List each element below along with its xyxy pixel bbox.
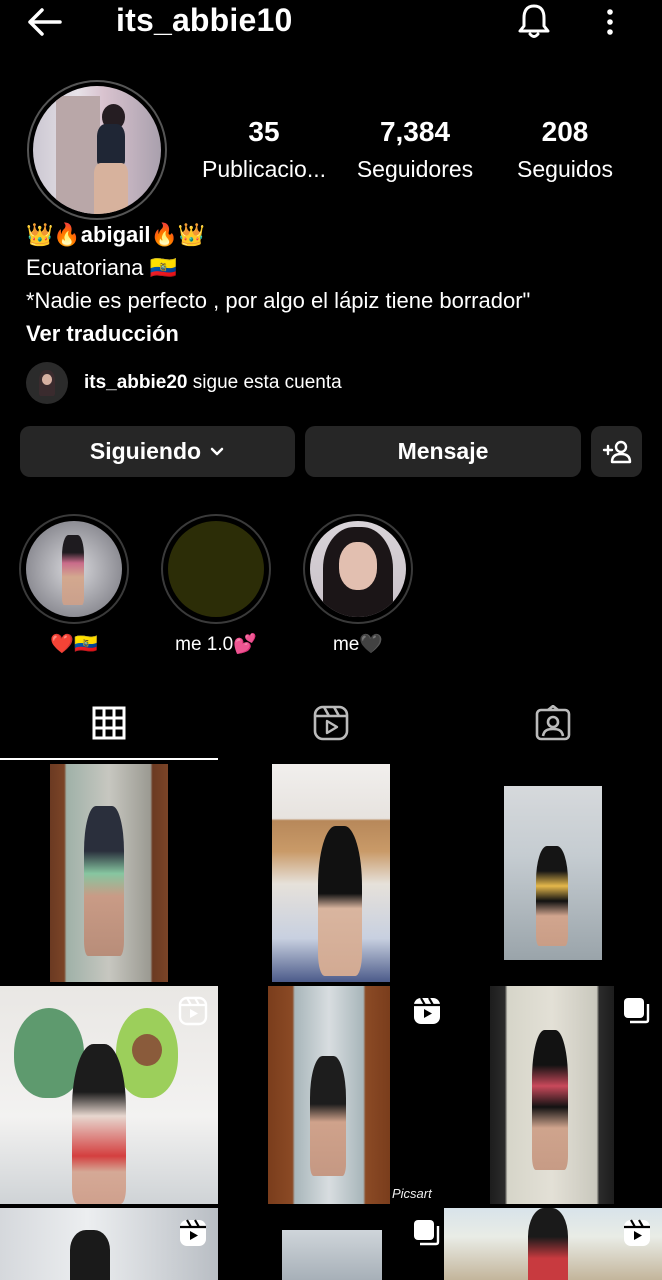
add-person-button[interactable] — [591, 426, 642, 477]
followers-label: Seguidores — [356, 156, 474, 182]
following-button[interactable]: Siguiendo — [20, 426, 295, 477]
see-translation-link[interactable]: Ver traducción — [26, 317, 646, 350]
grid-post[interactable] — [444, 764, 662, 982]
following-label: Seguidos — [517, 156, 613, 182]
reel-badge-icon — [624, 1219, 650, 1246]
tagged-icon — [535, 705, 571, 741]
following-stat[interactable]: 208 Seguidos — [508, 116, 622, 183]
posts-count: 35 — [248, 116, 280, 147]
highlight-cover — [310, 521, 406, 617]
reel-badge-icon — [180, 1219, 206, 1246]
profile-username: its_abbie10 — [116, 2, 293, 38]
reel-badge-icon — [178, 996, 208, 1026]
display-name: 👑🔥abigail🔥👑 — [26, 222, 206, 247]
reels-icon — [313, 705, 349, 741]
grid-post[interactable] — [222, 764, 440, 982]
arrow-left-icon[interactable] — [24, 6, 64, 38]
chevron-down-icon — [210, 447, 224, 455]
tab-reels[interactable] — [222, 685, 440, 761]
grid-icon — [92, 706, 126, 740]
followers-stat[interactable]: 7,384 Seguidores — [350, 116, 480, 183]
following-button-label: Siguiendo — [89, 438, 202, 464]
grid-post[interactable] — [0, 986, 218, 1204]
followers-count: 7,384 — [379, 116, 451, 147]
following-count: 208 — [541, 116, 589, 147]
story-highlight[interactable]: ❤️🇪🇨 — [19, 514, 129, 658]
carousel-badge-icon — [624, 998, 650, 1024]
followed-by-row[interactable]: its_abbie20 sigue esta cuenta — [26, 362, 342, 404]
add-person-icon — [602, 440, 631, 463]
story-highlight[interactable]: me 1.0💕 — [161, 514, 271, 658]
highlight-label: me 1.0💕 — [175, 634, 257, 655]
reel-badge-icon — [414, 997, 440, 1024]
active-tab-indicator — [0, 758, 218, 760]
more-vertical-icon[interactable] — [598, 6, 622, 38]
message-button[interactable]: Mensaje — [305, 426, 581, 477]
followed-by-text: its_abbie20 sigue esta cuenta — [84, 372, 342, 394]
highlight-label: ❤️🇪🇨 — [50, 634, 98, 655]
picsart-watermark: Picsart — [392, 1186, 432, 1201]
follower-avatar — [26, 362, 68, 404]
tab-tagged[interactable] — [444, 685, 662, 761]
grid-post[interactable] — [444, 1208, 662, 1280]
tab-posts-grid[interactable] — [0, 685, 218, 761]
posts-label: Publicacio... — [201, 156, 326, 182]
story-highlight[interactable]: me🖤 — [303, 514, 413, 658]
highlight-cover — [168, 521, 264, 617]
highlight-label: me🖤 — [332, 634, 384, 655]
message-button-label: Mensaje — [397, 438, 489, 464]
followed-by-suffix: sigue esta cuenta — [187, 372, 342, 393]
grid-post[interactable] — [222, 1208, 440, 1280]
bell-icon[interactable] — [514, 2, 554, 40]
bio-line-1: Ecuatoriana 🇪🇨 — [26, 255, 177, 280]
grid-post[interactable] — [0, 764, 218, 982]
highlight-cover — [26, 521, 122, 617]
profile-bio: 👑🔥abigail🔥👑 Ecuatoriana 🇪🇨 *Nadie es per… — [26, 219, 646, 350]
top-bar: its_abbie10 — [0, 0, 662, 44]
profile-tabs — [0, 685, 662, 761]
carousel-badge-icon — [414, 1220, 440, 1246]
bio-line-2: *Nadie es perfecto , por algo el lápiz t… — [26, 288, 531, 313]
grid-post[interactable] — [222, 986, 440, 1204]
posts-stat[interactable]: 35 Publicacio... — [196, 116, 332, 183]
profile-avatar[interactable] — [27, 80, 167, 220]
grid-post[interactable] — [444, 986, 662, 1204]
follower-username: its_abbie20 — [84, 372, 188, 393]
grid-post[interactable] — [0, 1208, 218, 1280]
